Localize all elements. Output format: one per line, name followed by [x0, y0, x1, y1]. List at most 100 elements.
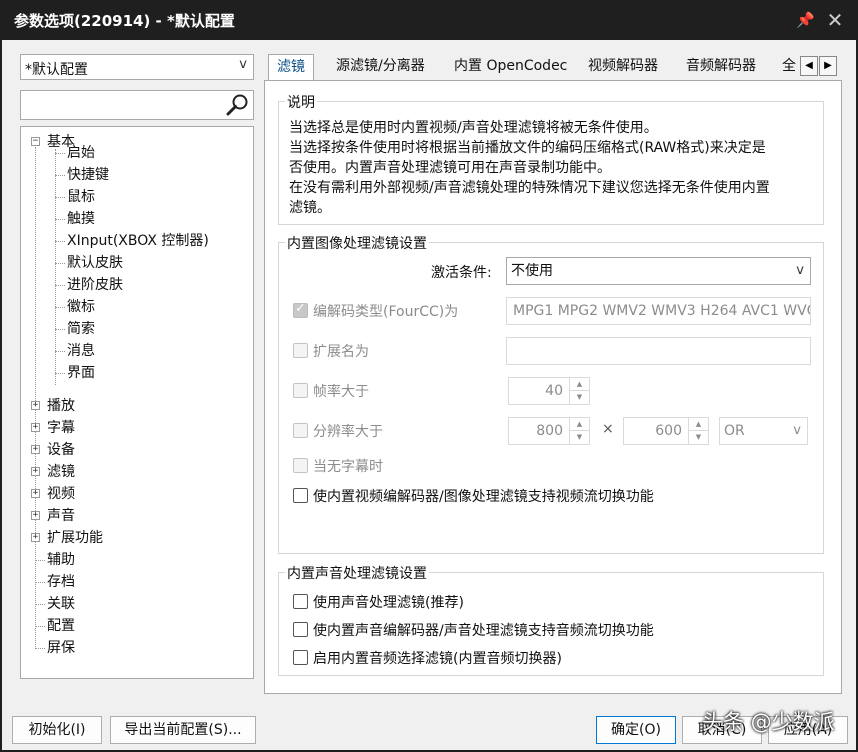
watermark: 头条 @少数派: [702, 706, 835, 736]
times-symbol: ×: [602, 421, 614, 437]
dialog-client: *默认配置 v − 基本 启始 快捷键 鼠标 触摸 XInput(XBOX 控制…: [2, 40, 856, 750]
tree-item-mouse[interactable]: 鼠标: [67, 186, 95, 208]
tree-connector: [35, 147, 36, 649]
expand-icon[interactable]: +: [31, 401, 40, 410]
increment-icon[interactable]: ▲: [689, 418, 708, 431]
resolution-checkbox[interactable]: [293, 423, 308, 438]
fourcc-field[interactable]: MPG1 MPG2 WMV2 WMV3 H264 AVC1 WVC1: [506, 297, 811, 325]
tree-item-filters[interactable]: 滤镜: [47, 461, 75, 483]
no-subtitle-checkbox[interactable]: [293, 458, 308, 473]
window-title: 参数选项(220914) - *默认配置: [14, 10, 235, 31]
tree-connector: [55, 153, 65, 154]
filters-panel: 说明 当选择总是使用时内置视频/声音处理滤镜将被无条件使用。 当选择按条件使用时…: [264, 80, 842, 694]
fourcc-checkbox[interactable]: ✓: [293, 303, 308, 318]
pin-icon[interactable]: 📌: [796, 11, 814, 29]
use-audio-filter-label: 使用声音处理滤镜(推荐): [313, 592, 464, 612]
tree-item-config[interactable]: 配置: [47, 615, 75, 637]
tree-item-screensaver[interactable]: 屏保: [47, 637, 75, 659]
tree-item-audio[interactable]: 声音: [47, 505, 75, 527]
tree-connector: [35, 582, 45, 583]
resolution-logic-select[interactable]: OR v: [719, 417, 808, 445]
description-line: 当选择按条件使用时将根据当前播放文件的编码压缩格式(RAW格式)来决定是: [289, 138, 766, 158]
audio-switch-label: 使内置声音编解码器/声音处理滤镜支持音频流切换功能: [313, 620, 654, 640]
description-line: 滤镜。: [289, 198, 331, 218]
tree-item-interface[interactable]: 界面: [67, 362, 95, 384]
tab-scroll-left-icon[interactable]: ◀: [800, 56, 818, 76]
collapse-icon[interactable]: −: [31, 137, 40, 146]
tree-connector: [55, 329, 65, 330]
tab-source-filters[interactable]: 源滤镜/分离器: [328, 54, 433, 80]
activation-select[interactable]: 不使用 v: [506, 257, 811, 285]
check-icon: ✓: [295, 301, 306, 316]
use-audio-filter-checkbox[interactable]: [293, 594, 308, 609]
increment-icon[interactable]: ▲: [570, 378, 589, 391]
profile-select[interactable]: *默认配置 v: [20, 54, 254, 80]
description-group: 说明 当选择总是使用时内置视频/声音处理滤镜将被无条件使用。 当选择按条件使用时…: [278, 101, 824, 225]
video-switch-checkbox[interactable]: [293, 488, 308, 503]
audio-filter-legend: 内置声音处理滤镜设置: [285, 563, 429, 583]
tree-item-playback[interactable]: 播放: [47, 395, 75, 417]
tree-item-messages[interactable]: 消息: [67, 340, 95, 362]
increment-icon[interactable]: ▲: [570, 418, 589, 431]
tree-item-archive[interactable]: 存档: [47, 571, 75, 593]
resolution-height-value: 600: [655, 418, 682, 444]
tree-item-devices[interactable]: 设备: [47, 439, 75, 461]
extension-label: 扩展名为: [313, 341, 369, 361]
expand-icon[interactable]: +: [31, 423, 40, 432]
expand-icon[interactable]: +: [31, 445, 40, 454]
ok-button[interactable]: 确定(O): [596, 716, 676, 744]
tree-item-assist[interactable]: 辅助: [47, 549, 75, 571]
tree-item-subtitles[interactable]: 字幕: [47, 417, 75, 439]
framerate-stepper[interactable]: 40 ▲ ▼: [508, 377, 590, 405]
resolution-height-stepper[interactable]: 600 ▲ ▼: [623, 417, 709, 445]
audio-selector-checkbox[interactable]: [293, 650, 308, 665]
tree-item-index[interactable]: 简索: [67, 318, 95, 340]
chevron-down-icon: v: [796, 258, 804, 284]
decrement-icon[interactable]: ▼: [570, 431, 589, 444]
tree-connector: [35, 626, 45, 627]
tree-connector: [35, 604, 45, 605]
expand-icon[interactable]: +: [31, 511, 40, 520]
decrement-icon[interactable]: ▼: [570, 391, 589, 404]
tab-audio-decoders[interactable]: 音频解码器: [678, 54, 764, 80]
expand-icon[interactable]: +: [31, 489, 40, 498]
tree-item-startup[interactable]: 启始: [67, 142, 95, 164]
framerate-label: 帧率大于: [313, 381, 369, 401]
audio-switch-checkbox[interactable]: [293, 622, 308, 637]
description-line: 否使用。内置声音处理滤镜可用在声音录制功能中。: [289, 158, 611, 178]
export-config-button[interactable]: 导出当前配置(S)...: [110, 716, 256, 744]
close-icon[interactable]: ✕: [824, 9, 846, 31]
tree-item-advanced-skin[interactable]: 进阶皮肤: [67, 274, 123, 296]
tab-opencodec[interactable]: 内置 OpenCodec: [446, 54, 575, 80]
search-input[interactable]: [20, 90, 254, 120]
title-bar: 参数选项(220914) - *默认配置 📌 ✕: [0, 0, 858, 40]
tree-item-logo[interactable]: 徽标: [67, 296, 95, 318]
framerate-checkbox[interactable]: [293, 383, 308, 398]
activation-label: 激活条件:: [431, 262, 492, 282]
extension-field[interactable]: [506, 337, 811, 365]
search-icon[interactable]: [225, 92, 251, 118]
tree-item-xinput[interactable]: XInput(XBOX 控制器): [67, 230, 209, 252]
tree-item-extensions[interactable]: 扩展功能: [47, 527, 103, 549]
tree-connector: [55, 175, 65, 176]
tab-scroll-right-icon[interactable]: ▶: [819, 56, 837, 76]
resolution-width-stepper[interactable]: 800 ▲ ▼: [508, 417, 590, 445]
audio-selector-label: 启用内置音频选择滤镜(内置音频切换器): [313, 648, 562, 668]
tree-item-default-skin[interactable]: 默认皮肤: [67, 252, 123, 274]
tree-connector: [55, 373, 65, 374]
tab-video-decoders[interactable]: 视频解码器: [580, 54, 666, 80]
init-button[interactable]: 初始化(I): [12, 716, 102, 744]
tree-item-association[interactable]: 关联: [47, 593, 75, 615]
tree-connector: [55, 197, 65, 198]
expand-icon[interactable]: +: [31, 467, 40, 476]
expand-icon[interactable]: +: [31, 533, 40, 542]
decrement-icon[interactable]: ▼: [689, 431, 708, 444]
tree-item-touch[interactable]: 触摸: [67, 208, 95, 230]
tree-connector: [55, 285, 65, 286]
stepper-buttons: ▲ ▼: [569, 378, 589, 404]
tree-item-video[interactable]: 视频: [47, 483, 75, 505]
description-line: 当选择总是使用时内置视频/声音处理滤镜将被无条件使用。: [289, 118, 658, 138]
extension-checkbox[interactable]: [293, 343, 308, 358]
tree-item-hotkeys[interactable]: 快捷键: [67, 164, 109, 186]
tab-filters[interactable]: 滤镜: [268, 54, 314, 82]
